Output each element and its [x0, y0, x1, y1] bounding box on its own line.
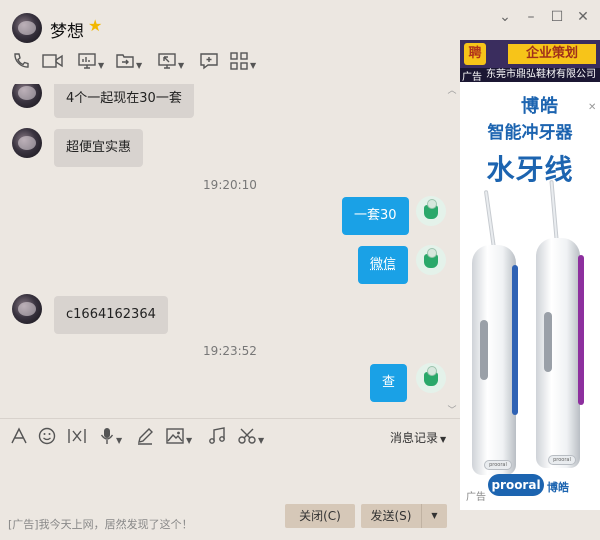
- ad-product: 智能冲牙器: [487, 123, 573, 143]
- message-input[interactable]: [0, 456, 460, 506]
- ad-recruit-badge: 聘: [464, 43, 486, 65]
- chevron-down-icon[interactable]: ⌄: [496, 8, 514, 26]
- send-button[interactable]: 发送(S): [361, 504, 421, 528]
- water-flosser-image: [472, 245, 516, 475]
- star-badge-icon[interactable]: ★: [88, 16, 102, 35]
- music-icon[interactable]: [208, 427, 226, 449]
- ad-headline: 水牙线: [486, 153, 574, 186]
- device-accent-image: [578, 255, 584, 405]
- device-nozzle-image: [549, 179, 559, 241]
- video-camera-icon[interactable]: [42, 52, 64, 76]
- chevron-down-icon[interactable]: ▼: [440, 435, 446, 444]
- contact-avatar[interactable]: [12, 128, 42, 158]
- handwrite-icon[interactable]: [136, 427, 154, 449]
- minimize-icon[interactable]: –: [522, 8, 540, 26]
- contact-avatar[interactable]: [12, 294, 42, 324]
- voice-icon[interactable]: ▼: [100, 427, 122, 449]
- message-history-label[interactable]: 消息记录: [390, 431, 438, 445]
- ad-top-strip[interactable]: 聘 企业策划: [460, 40, 600, 68]
- input-toolbar: ▼ ▼ ▼ 消息记录 ▼: [0, 418, 460, 456]
- scroll-up-icon[interactable]: ︿: [446, 86, 458, 96]
- device-button-image: [480, 320, 488, 380]
- message-bubble-outgoing[interactable]: 查: [370, 364, 408, 402]
- maximize-icon[interactable]: ☐: [548, 8, 566, 26]
- message-bubble-outgoing[interactable]: 一套30: [342, 197, 409, 235]
- ad-banner[interactable]: 聘 企业策划 东莞市鼎弘鞋材有限公司 广告 ✕ 博皓 智能冲牙器 水牙线 pro…: [460, 40, 600, 510]
- message-bubble-incoming[interactable]: 超便宜实惠: [54, 129, 144, 167]
- ad-logo-text: 博皓: [547, 481, 569, 494]
- contact-avatar[interactable]: [12, 13, 42, 43]
- phone-icon[interactable]: [12, 52, 30, 76]
- emoji-icon[interactable]: [38, 427, 56, 449]
- font-icon[interactable]: [10, 427, 28, 449]
- message-box-icon[interactable]: [200, 52, 218, 76]
- message-timestamp: 19:20:10: [203, 178, 257, 192]
- message-bubble-incoming[interactable]: 4个一起现在30一套: [54, 84, 194, 118]
- message-timestamp: 19:23:52: [203, 344, 257, 358]
- chat-toolbar: ▼ ▼ ▼ ▼: [0, 50, 460, 78]
- message-bubble-outgoing[interactable]: 微信: [358, 246, 409, 284]
- device-accent-image: [512, 265, 518, 415]
- close-icon[interactable]: ✕: [574, 8, 592, 26]
- apps-grid-icon[interactable]: ▼: [230, 52, 256, 76]
- device-nozzle-image: [483, 190, 497, 250]
- my-avatar[interactable]: [416, 196, 446, 226]
- image-icon[interactable]: ▼: [166, 427, 192, 449]
- message-bubble-incoming[interactable]: c1664162364: [54, 296, 168, 334]
- water-flosser-image: [536, 238, 580, 468]
- ad-tag: 广告: [462, 72, 482, 83]
- gif-icon[interactable]: [66, 427, 88, 449]
- screen-share-icon[interactable]: ▼: [78, 52, 104, 76]
- ad-top-label: 企业策划: [508, 44, 596, 64]
- my-avatar[interactable]: [416, 245, 446, 275]
- my-avatar[interactable]: [416, 363, 446, 393]
- ad-brand: 博皓: [521, 96, 559, 117]
- title-bar: 梦想 ★ ⌄ – ☐ ✕: [0, 0, 600, 44]
- send-options-chevron-icon[interactable]: ▼: [421, 504, 447, 528]
- chat-window: 梦想 ★ ⌄ – ☐ ✕ ▼ ▼ ▼ ▼ ︿ 4个一起现在30一套 超便宜实惠 …: [0, 0, 600, 540]
- device-button-image: [544, 312, 552, 372]
- ad-tag: 广告: [466, 492, 486, 503]
- screenshot-scissors-icon[interactable]: ▼: [238, 427, 264, 449]
- contact-avatar[interactable]: [12, 84, 42, 108]
- message-history-button[interactable]: 消息记录 ▼: [390, 429, 446, 446]
- file-transfer-icon[interactable]: ▼: [116, 52, 142, 76]
- ad-logo: prooral: [488, 474, 544, 496]
- scroll-down-icon[interactable]: ﹀: [446, 406, 458, 416]
- device-logo-image: prooral: [548, 455, 576, 465]
- remote-assist-icon[interactable]: ▼: [158, 52, 184, 76]
- message-list[interactable]: ︿ 4个一起现在30一套 超便宜实惠 19:20:10 一套30 微信 c166…: [0, 84, 460, 418]
- contact-name[interactable]: 梦想: [50, 17, 84, 42]
- close-button[interactable]: 关闭(C): [285, 504, 355, 528]
- input-ad-text[interactable]: [广告]我今天上网，居然发现了这个！: [8, 516, 193, 532]
- device-logo-image: prooral: [484, 460, 512, 470]
